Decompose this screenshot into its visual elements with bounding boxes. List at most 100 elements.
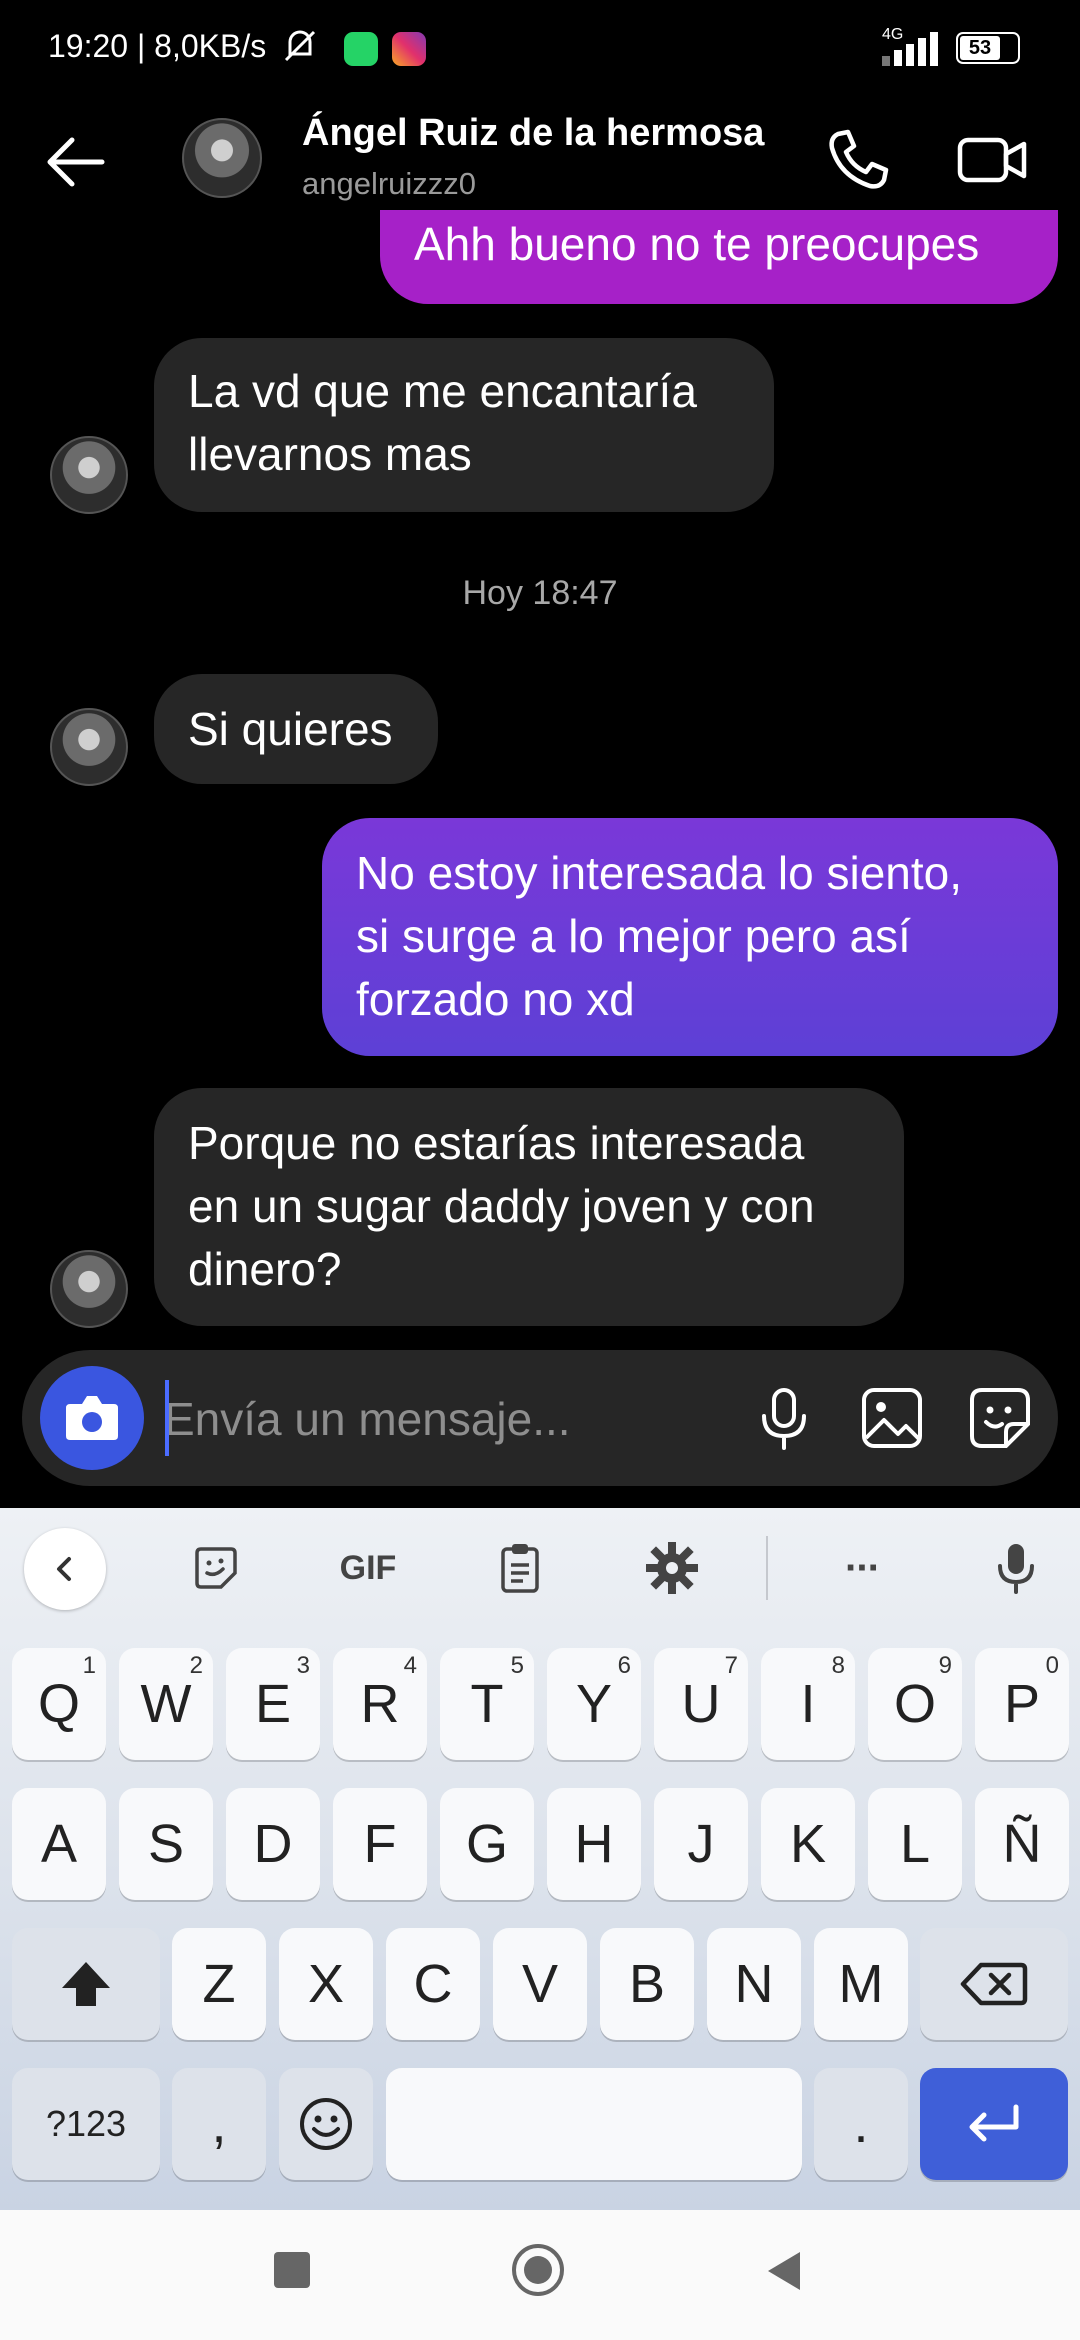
sticker-keyboard-button[interactable] (176, 1528, 256, 1608)
system-nav-bar (0, 2210, 1080, 2340)
sticker-button[interactable] (962, 1380, 1038, 1456)
microphone-icon (998, 1544, 1034, 1594)
video-camera-icon (957, 137, 1027, 183)
contact-username[interactable]: angelruizzz0 (302, 166, 476, 202)
message-sent[interactable]: Ahh bueno no te preocupes (380, 210, 1058, 304)
message-line: La vd que me encantaría (188, 365, 697, 417)
keyboard: GIF ··· Q1 W2 E3 R4 T5 Y6 U7 I8 O9 P0 A … (0, 1508, 1080, 2210)
key-z[interactable]: Z (172, 1928, 266, 2040)
key-b[interactable]: B (600, 1928, 694, 2040)
key-row-2: A S D F G H J K L Ñ (0, 1788, 1080, 1900)
space-key[interactable] (386, 2068, 802, 2180)
key-d[interactable]: D (226, 1788, 320, 1900)
key-x[interactable]: X (279, 1928, 373, 2040)
message-line: Si quieres (188, 702, 393, 755)
key-u[interactable]: U7 (654, 1648, 748, 1760)
message-received[interactable]: La vd que me encantaría llevarnos mas (154, 338, 774, 512)
message-line: No estoy interesada lo siento, (356, 847, 963, 899)
signal-icon (880, 30, 946, 73)
emoji-key[interactable] (279, 2068, 373, 2180)
sticker-icon (970, 1388, 1030, 1448)
enter-icon (969, 2104, 1019, 2142)
battery-level: 53 (960, 36, 1000, 60)
symbols-key[interactable]: ?123 (12, 2068, 160, 2180)
message-line: en un sugar daddy joven y con (188, 1180, 815, 1232)
key-t[interactable]: T5 (440, 1648, 534, 1760)
backspace-key[interactable] (920, 1928, 1068, 2040)
settings-button[interactable] (632, 1528, 712, 1608)
period-key[interactable]: . (814, 2068, 908, 2180)
gif-button[interactable]: GIF (328, 1528, 408, 1608)
instagram-icon (392, 32, 426, 66)
contact-name[interactable]: Ángel Ruiz de la hermosa (302, 112, 764, 155)
key-row-1: Q1 W2 E3 R4 T5 Y6 U7 I8 O9 P0 (0, 1648, 1080, 1760)
sender-avatar[interactable] (50, 1250, 128, 1328)
key-k[interactable]: K (761, 1788, 855, 1900)
camera-icon (66, 1396, 118, 1440)
video-call-button[interactable] (952, 120, 1032, 200)
enter-key[interactable] (920, 2068, 1068, 2180)
triangle-back-icon (768, 2252, 800, 2290)
message-line: forzado no xd (356, 973, 635, 1025)
message-list[interactable]: Ahh bueno no te preocupes La vd que me e… (0, 210, 1080, 1330)
keyboard-toolbar: GIF ··· (0, 1508, 1080, 1628)
message-input[interactable] (162, 1380, 726, 1458)
sender-avatar[interactable] (50, 436, 128, 514)
shift-icon (62, 1962, 110, 2006)
audio-call-button[interactable] (818, 120, 898, 200)
key-y[interactable]: Y6 (547, 1648, 641, 1760)
whatsapp-icon (344, 32, 378, 66)
text-cursor (165, 1380, 169, 1456)
more-options-button[interactable]: ··· (822, 1528, 902, 1608)
message-received[interactable]: Porque no estarías interesada en un suga… (154, 1088, 904, 1326)
back-button[interactable] (40, 126, 112, 198)
status-bar: 19:20 | 8,0KB/s 4G 53 (0, 0, 1080, 100)
recents-button[interactable] (274, 2252, 310, 2288)
shift-key[interactable] (12, 1928, 160, 2040)
gear-icon (646, 1542, 698, 1594)
message-received[interactable]: Si quieres (154, 674, 438, 784)
key-r[interactable]: R4 (333, 1648, 427, 1760)
key-a[interactable]: A (12, 1788, 106, 1900)
key-f[interactable]: F (333, 1788, 427, 1900)
message-text: Ahh bueno no te preocupes (414, 217, 980, 270)
gif-label: GIF (339, 1548, 397, 1587)
key-s[interactable]: S (119, 1788, 213, 1900)
phone-icon (829, 129, 889, 189)
sender-avatar[interactable] (50, 708, 128, 786)
key-q[interactable]: Q1 (12, 1648, 106, 1760)
key-e[interactable]: E3 (226, 1648, 320, 1760)
key-i[interactable]: I8 (761, 1648, 855, 1760)
gallery-button[interactable] (854, 1380, 930, 1456)
backspace-icon (960, 1962, 1028, 2006)
voice-input-button[interactable] (976, 1528, 1056, 1608)
key-p[interactable]: P0 (975, 1648, 1069, 1760)
collapse-toolbar-button[interactable] (24, 1528, 106, 1610)
key-l[interactable]: L (868, 1788, 962, 1900)
key-v[interactable]: V (493, 1928, 587, 2040)
voice-message-button[interactable] (746, 1380, 822, 1456)
home-button[interactable] (512, 2244, 564, 2296)
clipboard-icon (501, 1544, 539, 1593)
contact-avatar[interactable] (182, 118, 262, 198)
message-sent[interactable]: No estoy interesada lo siento, si surge … (322, 818, 1058, 1056)
battery-icon: 53 (956, 32, 1020, 64)
clipboard-button[interactable] (480, 1528, 560, 1608)
key-m[interactable]: M (814, 1928, 908, 2040)
key-o[interactable]: O9 (868, 1648, 962, 1760)
key-w[interactable]: W2 (119, 1648, 213, 1760)
key-g[interactable]: G (440, 1788, 534, 1900)
key-row-3: Z X C V B N M (0, 1928, 1080, 2040)
message-line: dinero? (188, 1243, 342, 1295)
camera-button[interactable] (40, 1366, 144, 1470)
back-arrow-icon (47, 137, 105, 187)
key-n[interactable]: N (707, 1928, 801, 2040)
key-h[interactable]: H (547, 1788, 641, 1900)
comma-key[interactable]: , (172, 2068, 266, 2180)
key-enye[interactable]: Ñ (975, 1788, 1069, 1900)
back-nav-button[interactable] (764, 2250, 804, 2297)
key-j[interactable]: J (654, 1788, 748, 1900)
key-c[interactable]: C (386, 1928, 480, 2040)
message-line: Porque no estarías interesada (188, 1117, 805, 1169)
mute-icon (280, 26, 320, 71)
